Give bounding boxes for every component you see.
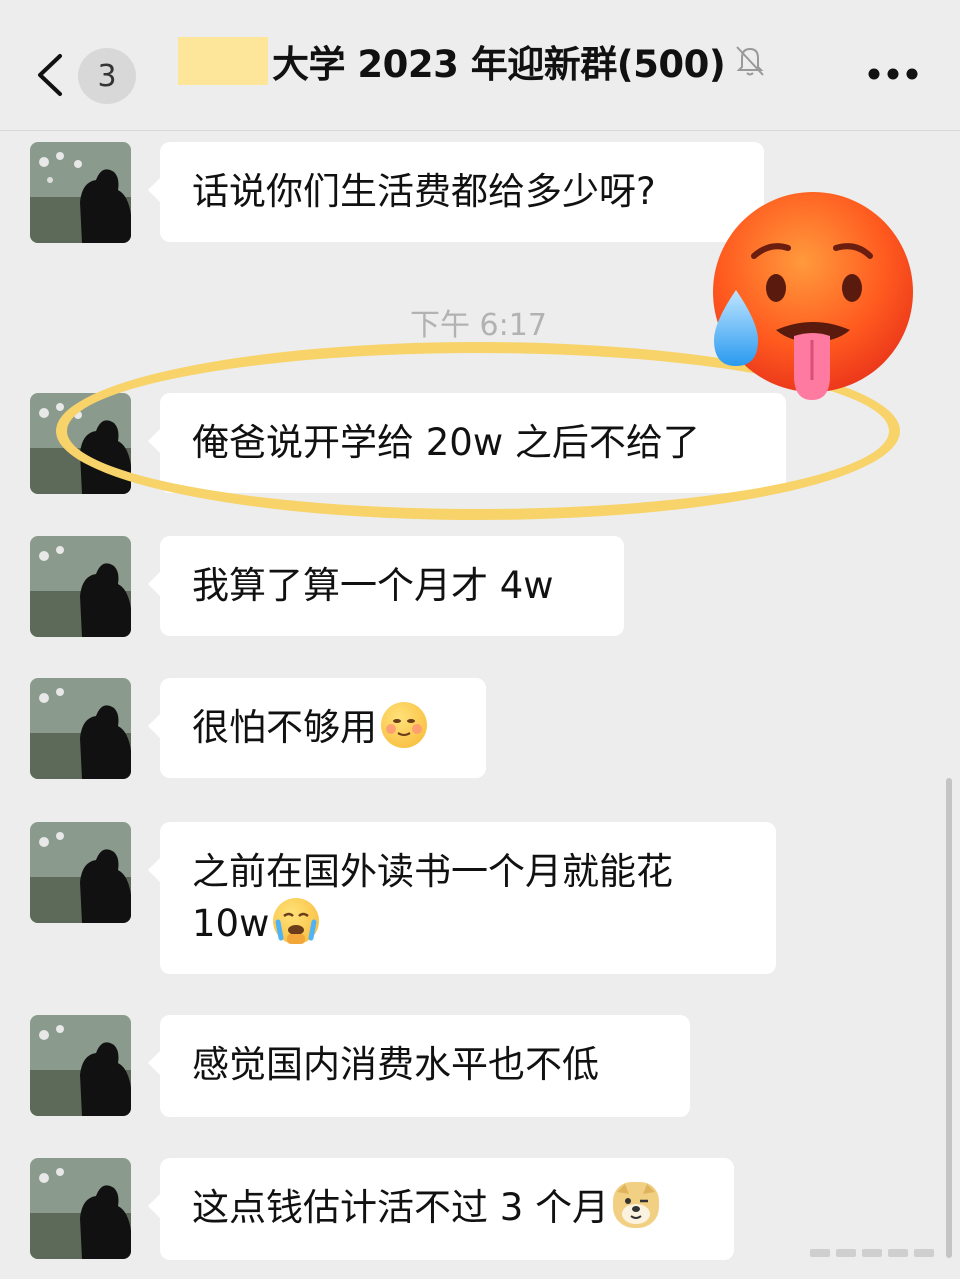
- message-text: 感觉国内消费水平也不低: [192, 1043, 599, 1086]
- chat-title: 大学 2023 年迎新群(500): [178, 36, 767, 86]
- message-bubble[interactable]: 我算了算一个月才 4w: [148, 536, 624, 636]
- sender-avatar[interactable]: [30, 1015, 131, 1116]
- message-timestamp: 下午 6:17: [410, 308, 547, 343]
- doge-icon: [613, 1182, 660, 1228]
- message-bubble[interactable]: 之前在国外读书一个月就能花 10w: [148, 822, 776, 974]
- sender-avatar[interactable]: [30, 678, 131, 779]
- message-text: 话说你们生活费都给多少呀?: [192, 170, 656, 213]
- message-text-line: 之前在国外读书一个月就能花: [192, 850, 673, 893]
- ellipsis-icon[interactable]: [866, 66, 920, 82]
- message-text: 这点钱估计活不过 3 个月: [192, 1186, 610, 1229]
- hot-face-sweat-icon: [713, 192, 913, 400]
- message-bubble[interactable]: 感觉国内消费水平也不低: [148, 1015, 690, 1117]
- title-redaction: [178, 37, 268, 85]
- sender-avatar[interactable]: [30, 1158, 131, 1259]
- avatar-photo: [30, 1015, 131, 1116]
- message-bubble[interactable]: 话说你们生活费都给多少呀?: [148, 142, 764, 242]
- message-bubble[interactable]: 这点钱估计活不过 3 个月: [148, 1158, 734, 1260]
- sender-avatar[interactable]: [30, 536, 131, 637]
- watermark: [810, 1249, 934, 1257]
- blushing-smile-icon: [381, 702, 427, 748]
- bell-off-icon: [736, 46, 765, 76]
- avatar-photo: [30, 536, 131, 637]
- chevron-left-icon[interactable]: [30, 50, 70, 100]
- scrollbar[interactable]: [946, 778, 952, 1258]
- avatar-photo: [30, 822, 131, 923]
- avatar-photo: [30, 678, 131, 779]
- message-bubble[interactable]: 很怕不够用: [148, 678, 486, 778]
- sender-avatar[interactable]: [30, 822, 131, 923]
- unread-count-badge[interactable]: 3: [78, 48, 136, 104]
- chat-header: 3 大学 2023 年迎新群(500): [0, 0, 960, 131]
- message-text: 很怕不够用: [192, 706, 377, 749]
- crying-face-icon: [273, 898, 320, 944]
- group-name: 大学 2023 年迎新群(500): [272, 43, 726, 86]
- avatar-photo: [30, 142, 131, 243]
- sender-avatar[interactable]: [30, 142, 131, 243]
- message-text: 我算了算一个月才 4w: [192, 564, 554, 607]
- message-text-line: 10w: [192, 902, 270, 945]
- avatar-photo: [30, 1158, 131, 1259]
